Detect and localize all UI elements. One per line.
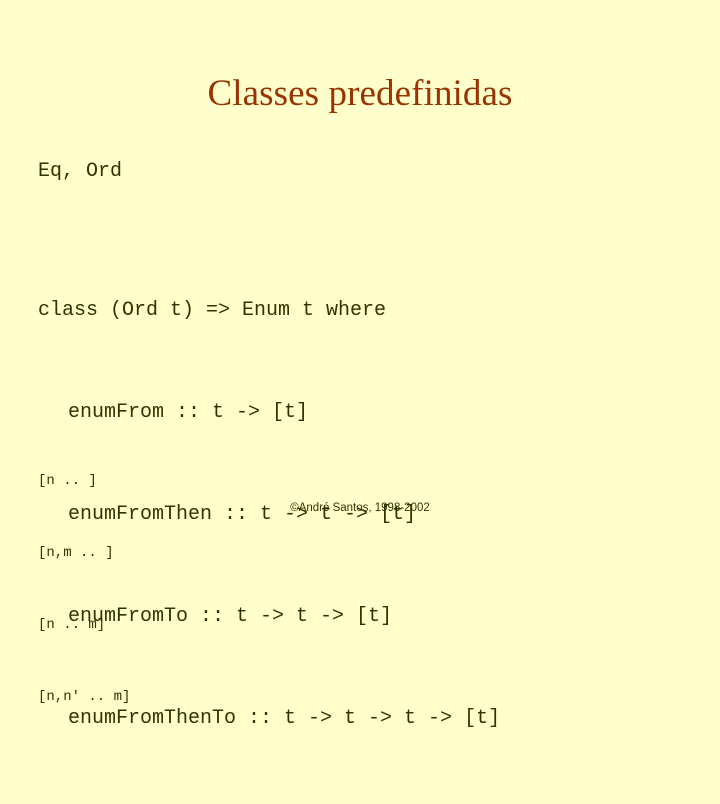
- slide-canvas: Classes predefinidas Eq, Ord class (Ord …: [0, 0, 720, 730]
- range-syntax-fromthento: [n,n' .. m]: [38, 689, 131, 705]
- page-title: Classes predefinidas: [207, 73, 513, 114]
- range-syntax-fromthen: [n,m .. ]: [38, 545, 114, 561]
- range-syntax-list: [n .. ] [n,m .. ] [n .. m] [n,n' .. m]: [38, 421, 130, 757]
- range-syntax-from: [n .. ]: [38, 473, 97, 489]
- predefined-classes-line: Eq, Ord: [38, 160, 123, 183]
- class-declaration-header: class (Ord t) => Enum t where: [38, 299, 387, 322]
- copyright-footer: ©André Santos, 1998-2002: [290, 502, 430, 514]
- range-syntax-fromto: [n .. m]: [38, 617, 106, 633]
